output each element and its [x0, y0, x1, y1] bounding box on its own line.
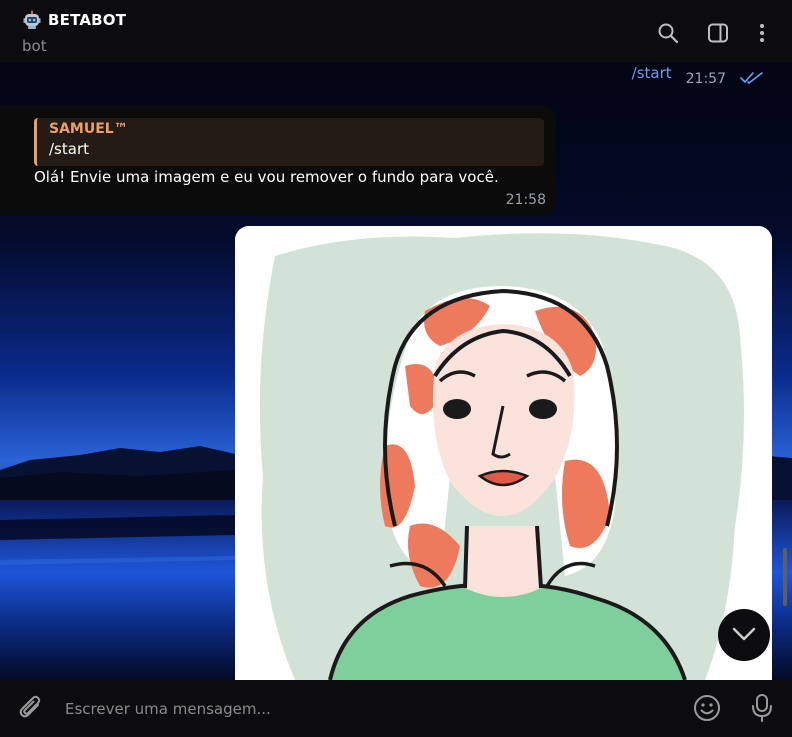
outgoing-message-text[interactable]: /start: [632, 64, 672, 82]
sidebar-toggle-icon[interactable]: [705, 20, 731, 46]
incoming-message-time: 21:58: [505, 192, 546, 208]
chat-subtitle: bot: [22, 37, 47, 55]
outgoing-message-time: 21:57: [685, 71, 726, 87]
reply-author: SAMUEL™: [49, 121, 128, 137]
reply-quote[interactable]: SAMUEL™ /start: [34, 118, 544, 166]
double-check-icon: [740, 70, 764, 89]
reply-text: /start: [49, 140, 89, 158]
chat-title: BETABOT: [48, 11, 127, 29]
more-vertical-icon[interactable]: [749, 20, 775, 46]
incoming-message[interactable]: SAMUEL™ /start Olá! Envie uma imagem e e…: [0, 105, 556, 215]
incoming-message-text: Olá! Envie uma imagem e eu vou remover o…: [34, 168, 499, 186]
paperclip-icon[interactable]: [16, 693, 46, 723]
woman-illustration-image: [235, 226, 772, 680]
chat-scrollbar[interactable]: [783, 548, 787, 606]
emoji-icon[interactable]: [692, 693, 722, 723]
search-icon[interactable]: [655, 20, 681, 46]
message-input[interactable]: [52, 694, 687, 724]
robot-icon: [22, 10, 42, 30]
scroll-down-button[interactable]: [718, 609, 770, 661]
microphone-icon[interactable]: [748, 693, 776, 723]
message-composer: [0, 680, 792, 737]
chat-title-row[interactable]: BETABOT: [22, 10, 126, 30]
photo-message[interactable]: [235, 226, 772, 680]
chat-header: BETABOT bot: [0, 0, 792, 62]
chevron-down-icon: [732, 626, 756, 645]
outgoing-message[interactable]: /start 21:57: [632, 64, 764, 94]
